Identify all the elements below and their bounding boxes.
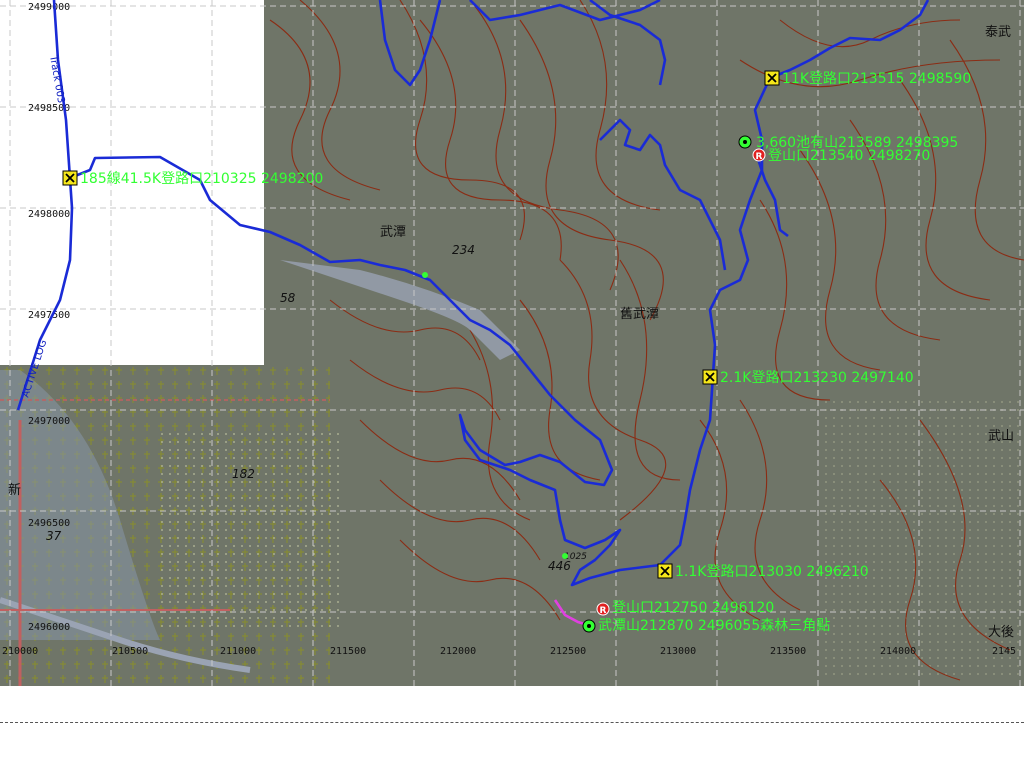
elevation-label: 234 [452,243,475,257]
northing-label: 2496500 [28,518,70,529]
waypoint-11k[interactable]: 11K登路口213515 2498590 [764,70,971,87]
target-center [743,140,747,144]
easting-label: 213000 [660,646,696,657]
waypoint-1-1k[interactable]: 1.1K登路口213030 2496210 [657,563,869,580]
waypoint-label: 11K登路口213515 2498590 [782,71,971,87]
easting-label: 214000 [880,646,916,657]
elevation-label: 37 [46,529,62,543]
easting-label: 211000 [220,646,256,657]
northing-label: 2499000 [28,2,70,13]
map-canvas[interactable]: 2499000 2498500 2498000 2497500 2497000 … [0,0,1024,686]
waypoint-185-41-5k[interactable]: 185線41.5K登路口210325 2498200 [62,170,323,187]
easting-label: 211500 [330,646,366,657]
place-taiwu: 泰武 [985,25,1011,40]
target-center [587,624,591,628]
easting-label: 212000 [440,646,476,657]
easting-label: 210500 [112,646,148,657]
waypoint-label: 2.1K登路口213230 2497140 [720,370,914,386]
waypoint-label: 武潭山212870 2496055森林三角點 [598,617,830,634]
northing-label: 2497000 [28,416,70,427]
easting-label: 212500 [550,646,586,657]
waypoint-label: 登山口212750 2496120 [612,600,774,616]
northing-label: 2496000 [28,622,70,633]
track-point[interactable] [422,272,428,278]
elevation-label: 58 [280,291,296,305]
waypoint-label: 登山口213540 2498270 [768,148,930,164]
easting-label: 210000 [2,646,38,657]
waypoint-trailhead-north[interactable]: R 登山口213540 2498270 [752,148,930,164]
place-wutan: 武潭 [380,225,406,240]
status-divider [0,722,1024,723]
waypoint-label: 1.1K登路口213030 2496210 [675,564,869,580]
northing-label: 2498000 [28,209,70,220]
waypoint-wutanshan[interactable]: 武潭山212870 2496055森林三角點 [582,617,830,634]
place-wushan: 武山 [988,429,1014,444]
easting-label: 2145 [992,646,1016,657]
waypoint-trailhead-south[interactable]: R 登山口212750 2496120 [596,600,774,616]
place-old-wutan: 舊武潭 [620,307,659,322]
easting-label: 213500 [770,646,806,657]
road-label: 新 [8,482,21,498]
track-point[interactable] [562,553,568,559]
rest-glyph: R [756,152,763,162]
elevation-label: 182 [232,467,255,481]
topographic-map[interactable]: 2499000 2498500 2498000 2497500 2497000 … [0,0,1024,686]
waypoint-2-1k[interactable]: 2.1K登路口213230 2497140 [702,369,914,386]
rest-glyph: R [600,606,607,616]
waypoint-label: 185線41.5K登路口210325 2498200 [80,171,323,187]
place-dahou: 大後 [988,625,1014,640]
status-strip [0,686,1024,768]
